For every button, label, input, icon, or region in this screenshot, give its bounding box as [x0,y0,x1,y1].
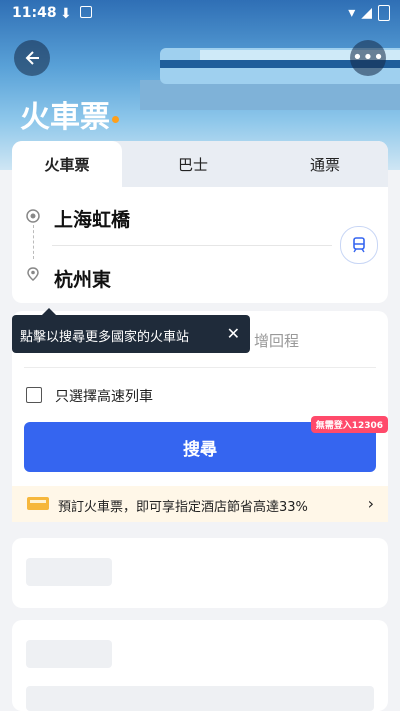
status-right-icons: ▾ ◢ [348,5,390,21]
more-icon: ••• [352,47,384,68]
destination-row[interactable]: 杭州東 [12,253,388,303]
station-tooltip: 點擊以搜尋更多國家的火車站 ✕ [12,308,250,353]
tooltip-arrow [42,308,56,315]
destination-pin-icon [27,267,39,281]
destination-city: 杭州東 [54,269,112,291]
status-left-icons: ⬇ [60,6,92,22]
hotel-coupon-icon [27,497,49,510]
app-a-icon [79,6,92,18]
signal-icon: ◢ [361,5,372,21]
add-return-label[interactable]: 增回程 [254,330,299,351]
status-time: 11:48 [12,5,57,21]
promo-banner[interactable]: 預訂火車票，即可享指定酒店節省高達33% › [12,486,388,522]
tab-train[interactable]: 火車票 [12,141,122,187]
origin-icon [26,209,40,223]
title-dot [112,116,119,123]
back-arrow-icon [25,51,39,65]
close-icon[interactable]: ✕ [227,324,240,343]
download-icon: ⬇ [60,6,72,22]
origin-row[interactable]: 上海虹橋 [12,193,388,243]
page-title: 火車票 [20,100,110,135]
origin-city: 上海虹橋 [54,209,131,231]
battery-icon [378,5,390,21]
chevron-right-icon: › [367,494,374,513]
route-divider [52,245,332,246]
status-bar: 11:48 ⬇ ▾ ◢ [0,0,400,28]
swap-stations-button[interactable] [340,226,378,264]
loading-card-2 [12,620,388,711]
options-divider [24,367,376,368]
loading-card-1 [12,538,388,608]
skeleton-block [26,640,112,668]
wifi-icon: ▾ [348,5,356,21]
tab-pass[interactable]: 通票 [270,141,380,187]
transport-tabs: 火車票 巴士 通票 [12,141,388,187]
back-button[interactable] [14,40,50,76]
high-speed-checkbox[interactable] [26,387,42,403]
skeleton-block [26,558,112,586]
promo-text: 預訂火車票，即可享指定酒店節省高達33% [58,500,308,515]
more-button[interactable]: ••• [350,40,386,76]
no-login-badge: 無需登入12306 [310,416,388,433]
skeleton-block [26,686,374,711]
train-swap-icon [353,237,365,253]
tooltip-text: 點擊以搜尋更多國家的火車站 [20,330,190,345]
search-card: 火車票 巴士 通票 上海虹橋 杭州東 [12,141,388,303]
high-speed-label[interactable]: 只選擇高速列車 [55,386,153,406]
tab-bus[interactable]: 巴士 [138,141,248,187]
